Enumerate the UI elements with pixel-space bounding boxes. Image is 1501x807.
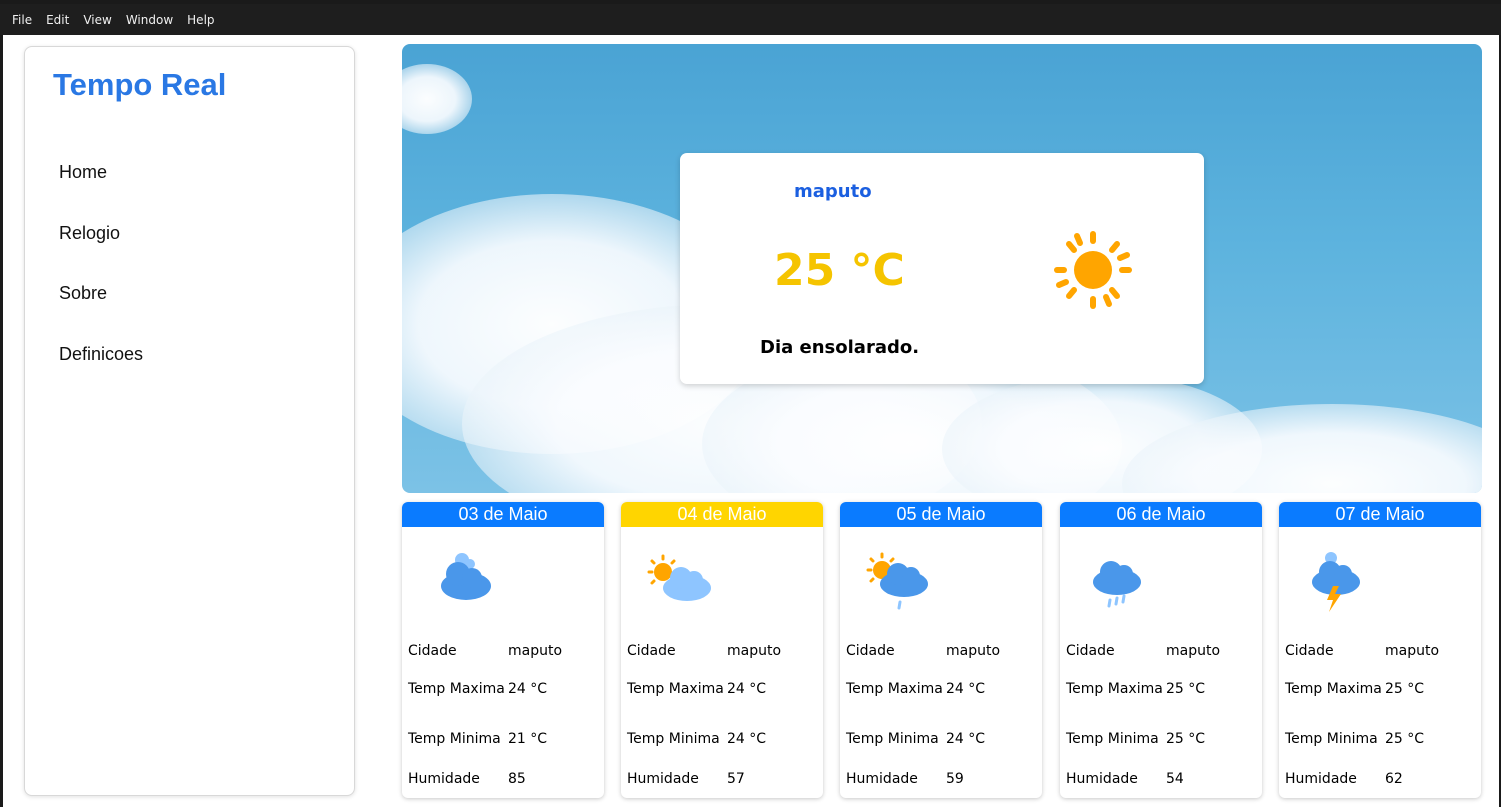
- value-temp-max: 24 °C: [508, 681, 548, 697]
- label-city: Cidade: [846, 643, 895, 659]
- current-temperature: 25 °C: [774, 245, 905, 296]
- label-temp-min: Temp Minima: [627, 731, 720, 747]
- forecast-date: 06 de Maio: [1060, 502, 1262, 527]
- forecast-card-1: 03 de Maio Cidade maputo Temp Maxima 24 °C…: [402, 502, 604, 798]
- forecast-table: Cidade maputo Temp Maxima 24 °C Temp Minim…: [846, 638, 1036, 794]
- label-temp-min: Temp Minima: [846, 731, 939, 747]
- forecast-card-3: 05 de Maio Cidade maputo Temp Maxima 24 °C…: [840, 502, 1042, 798]
- label-temp-max: Temp Maxima: [627, 681, 724, 697]
- value-city: maputo: [508, 643, 563, 659]
- menu-window[interactable]: Window: [119, 13, 180, 27]
- label-temp-max: Temp Maxima: [1066, 681, 1163, 697]
- label-temp-max: Temp Maxima: [408, 681, 505, 697]
- value-humidity: 62: [1385, 771, 1403, 787]
- forecast-card-4: 06 de Maio Cidade maputo Temp Maxima 25 °C…: [1060, 502, 1262, 798]
- cloud-shape: [402, 64, 472, 134]
- label-city: Cidade: [627, 643, 676, 659]
- label-temp-min: Temp Minima: [408, 731, 501, 747]
- value-temp-max: 25 °C: [1385, 681, 1425, 697]
- label-humidity: Humidade: [627, 771, 699, 787]
- label-city: Cidade: [1066, 643, 1115, 659]
- label-humidity: Humidade: [1066, 771, 1138, 787]
- value-temp-max: 24 °C: [946, 681, 986, 697]
- value-temp-max: 24 °C: [727, 681, 767, 697]
- value-city: maputo: [946, 643, 1001, 659]
- label-temp-min: Temp Minima: [1066, 731, 1159, 747]
- forecast-date: 05 de Maio: [840, 502, 1042, 527]
- forecast-card-5: 07 de Maio Cidade maputo Temp Maxima 25 °C…: [1279, 502, 1481, 798]
- menu-file[interactable]: File: [5, 13, 39, 27]
- forecast-table: Cidade maputo Temp Maxima 25 °C Temp Minim…: [1285, 638, 1475, 794]
- menu-edit[interactable]: Edit: [39, 13, 76, 27]
- value-humidity: 54: [1166, 771, 1184, 787]
- menu-help[interactable]: Help: [180, 13, 221, 27]
- label-temp-max: Temp Maxima: [846, 681, 943, 697]
- value-temp-min: 25 °C: [1385, 731, 1425, 747]
- current-weather-card: maputo 25 °C Dia ensolarado.: [680, 153, 1204, 384]
- thunderstorm-icon: [1312, 552, 1360, 612]
- forecast-date: 07 de Maio: [1279, 502, 1481, 527]
- sun-icon: [1054, 231, 1132, 309]
- nav-home[interactable]: Home: [59, 157, 143, 218]
- value-temp-min: 24 °C: [727, 731, 767, 747]
- label-city: Cidade: [1285, 643, 1334, 659]
- value-temp-min: 24 °C: [946, 731, 986, 747]
- sidebar: Tempo Real Home Relogio Sobre Definicoes: [24, 46, 355, 796]
- partly-sunny-icon: [647, 554, 711, 601]
- forecast-table: Cidade maputo Temp Maxima 24 °C Temp Minim…: [408, 638, 598, 794]
- menu-bar: File Edit View Window Help: [0, 4, 1501, 35]
- value-temp-min: 21 °C: [508, 731, 548, 747]
- value-city: maputo: [727, 643, 782, 659]
- forecast-card-2: 04 de Maio Cidade maputo Temp Maxima 24 °C…: [621, 502, 823, 798]
- menu-view[interactable]: View: [76, 13, 118, 27]
- nav-relogio[interactable]: Relogio: [59, 218, 143, 279]
- nav-sobre[interactable]: Sobre: [59, 278, 143, 339]
- forecast-date: 03 de Maio: [402, 502, 604, 527]
- value-city: maputo: [1385, 643, 1440, 659]
- value-humidity: 59: [946, 771, 964, 787]
- current-description: Dia ensolarado.: [760, 337, 920, 358]
- forecast-table: Cidade maputo Temp Maxima 24 °C Temp Minim…: [627, 638, 817, 794]
- current-city: maputo: [794, 181, 872, 202]
- forecast-table: Cidade maputo Temp Maxima 25 °C Temp Minim…: [1066, 638, 1256, 794]
- app-title: Tempo Real: [53, 67, 227, 102]
- label-humidity: Humidade: [408, 771, 480, 787]
- label-humidity: Humidade: [1285, 771, 1357, 787]
- rain-cloud-icon: [1093, 561, 1141, 608]
- sun-cloud-rain-icon: [866, 552, 928, 610]
- label-city: Cidade: [408, 643, 457, 659]
- label-temp-min: Temp Minima: [1285, 731, 1378, 747]
- value-city: maputo: [1166, 643, 1221, 659]
- value-temp-min: 25 °C: [1166, 731, 1206, 747]
- value-humidity: 85: [508, 771, 526, 787]
- value-temp-max: 25 °C: [1166, 681, 1206, 697]
- nav-definicoes[interactable]: Definicoes: [59, 339, 143, 400]
- forecast-date: 04 de Maio: [621, 502, 823, 527]
- label-temp-max: Temp Maxima: [1285, 681, 1382, 697]
- sidebar-nav: Home Relogio Sobre Definicoes: [59, 157, 143, 399]
- sky-banner: maputo 25 °C Dia ensolarado.: [402, 44, 1482, 493]
- value-humidity: 57: [727, 771, 745, 787]
- label-humidity: Humidade: [846, 771, 918, 787]
- cloud-icon: [441, 553, 491, 600]
